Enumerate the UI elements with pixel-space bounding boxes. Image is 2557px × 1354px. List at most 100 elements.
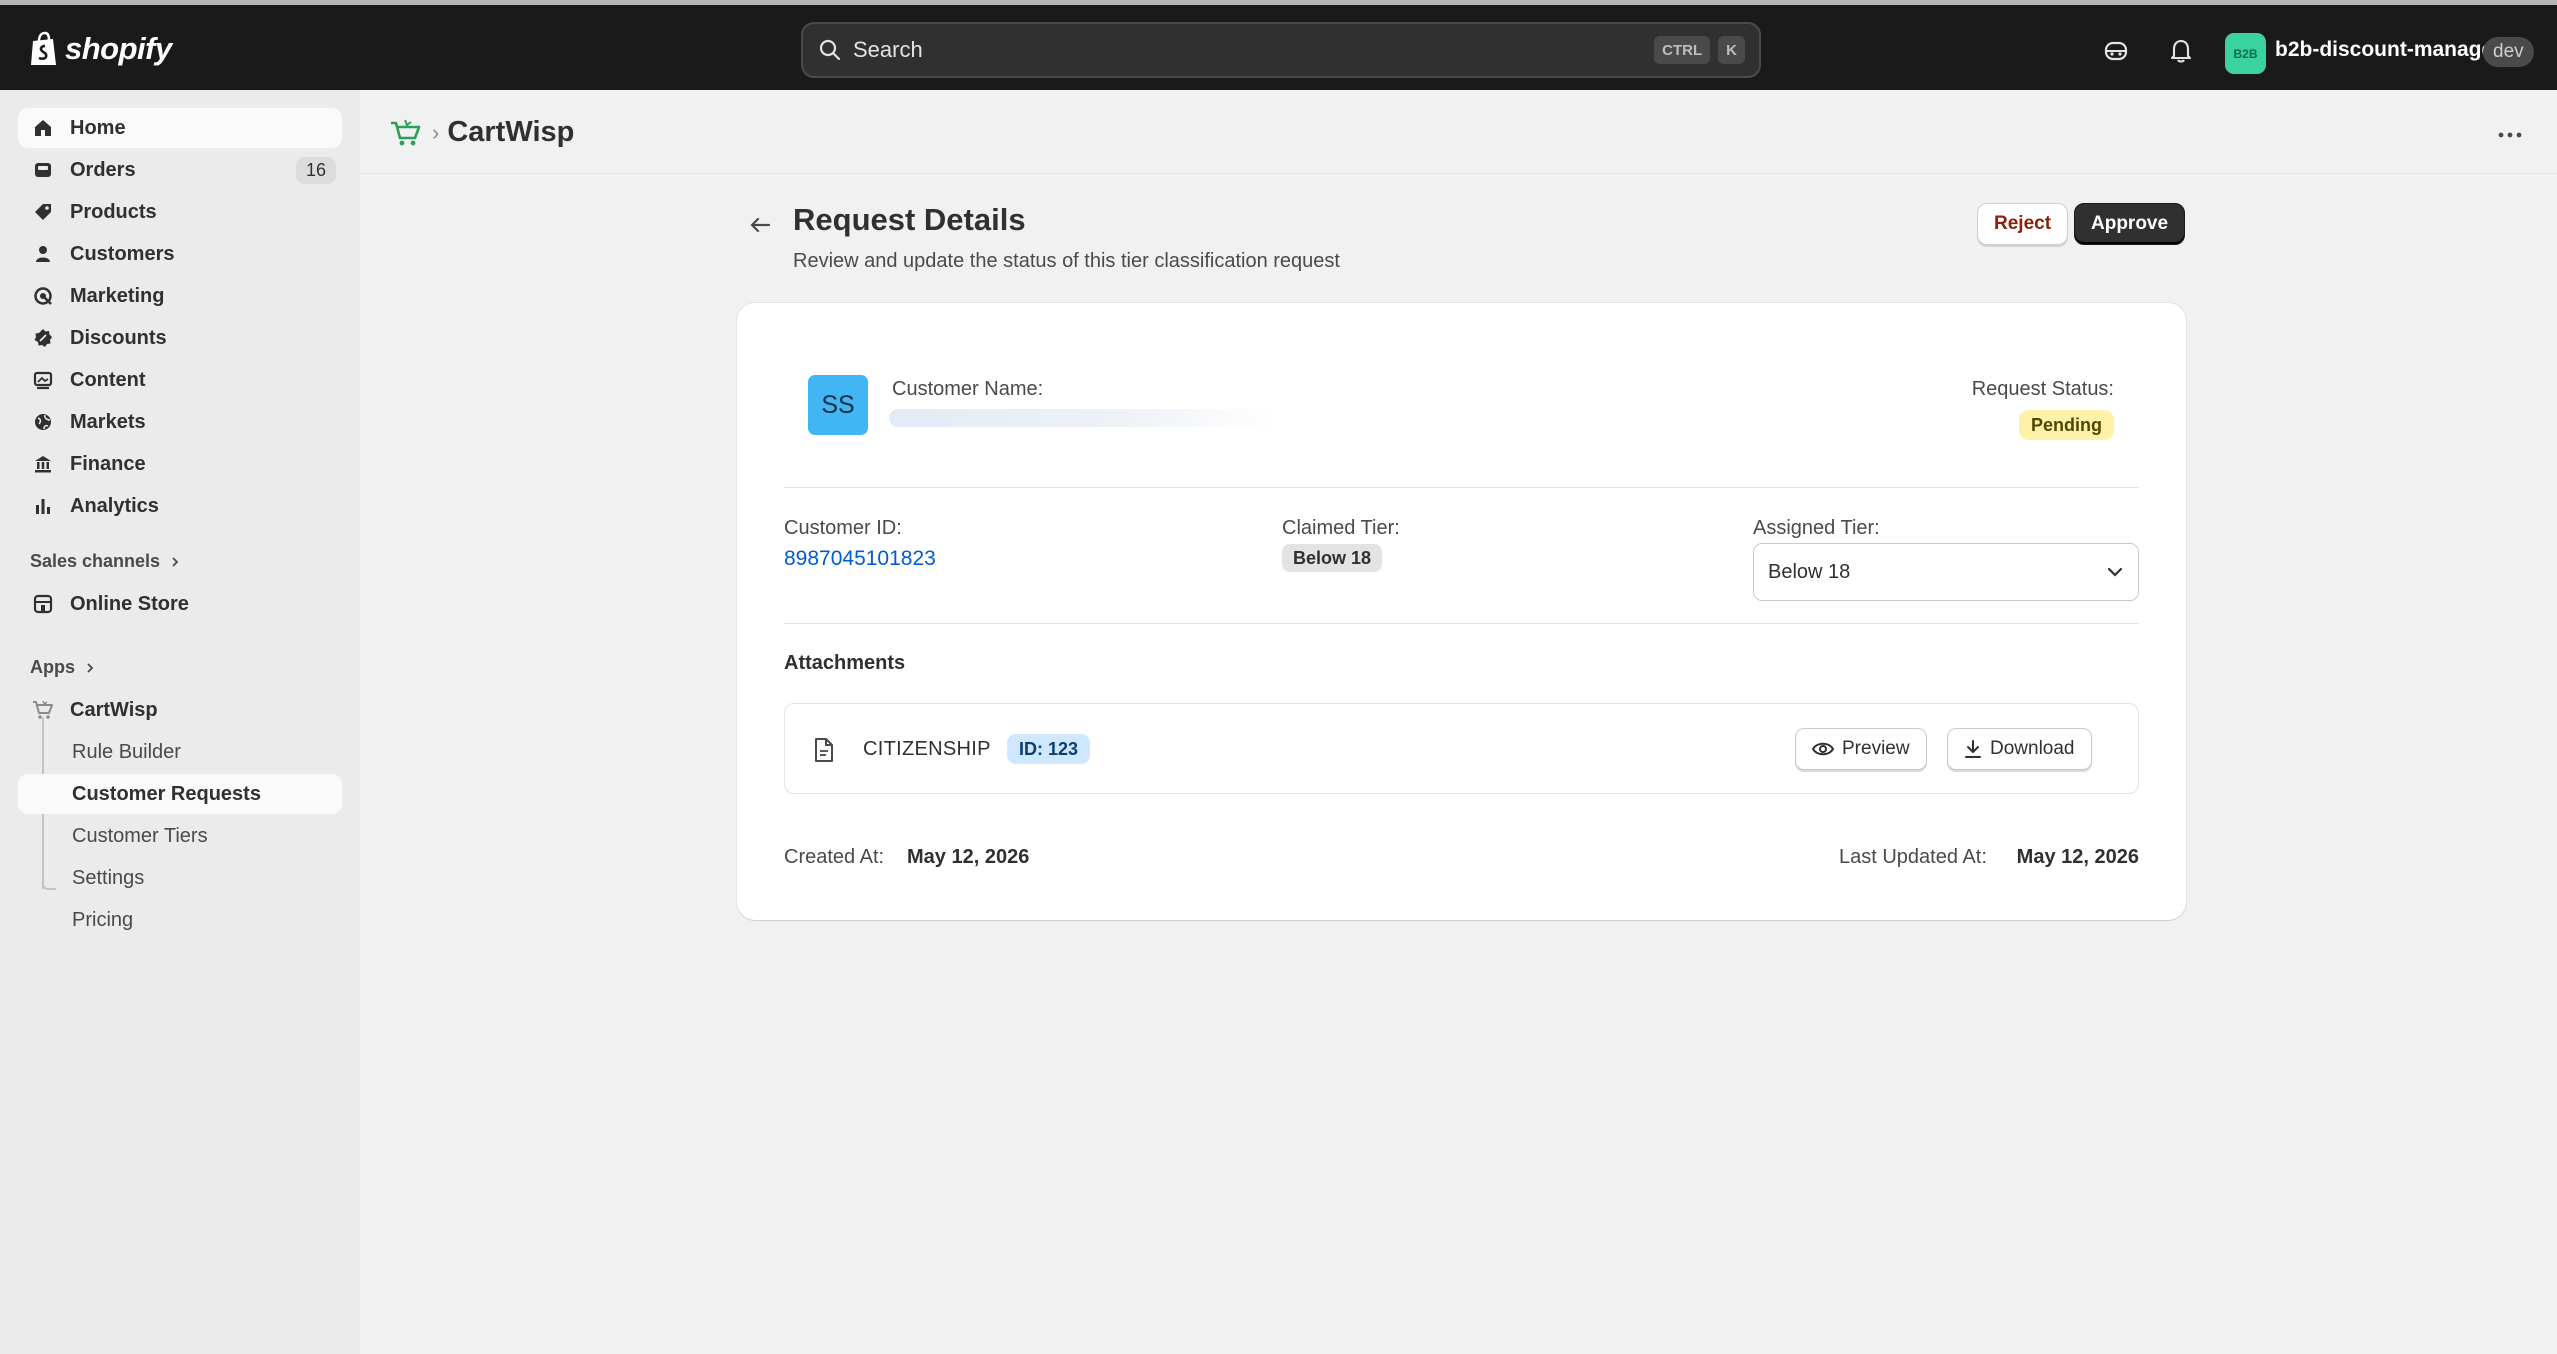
sidekick-icon[interactable] [2101, 36, 2131, 66]
reject-button[interactable]: Reject [1977, 203, 2069, 245]
sidebar-item-products[interactable]: Products [18, 192, 342, 232]
claimed-tier-label: Claimed Tier: [1282, 517, 1400, 539]
attachment-row: CITIZENSHIP ID: 123 Preview Download [784, 703, 2139, 794]
sidebar-item-label: Online Store [70, 592, 189, 615]
bell-icon[interactable] [2166, 36, 2196, 66]
sidebar-item-label: Markets [70, 410, 146, 433]
shopify-wordmark: shopify [65, 31, 172, 66]
assigned-tier-label: Assigned Tier: [1753, 517, 1880, 539]
preview-label: Preview [1842, 738, 1910, 759]
search-icon [819, 39, 841, 61]
top-bar: shopify Search CTRL K B2B b2b-discount-m… [0, 0, 2557, 90]
bar-chart-icon [32, 495, 54, 517]
assigned-tier-select[interactable]: Below 18 [1753, 543, 2139, 601]
chevron-down-icon [2106, 566, 2124, 578]
orders-count-badge: 16 [295, 157, 336, 184]
bank-icon [32, 453, 54, 475]
sidebar-item-home[interactable]: Home [18, 108, 342, 148]
download-button[interactable]: Download [1947, 728, 2092, 770]
sidebar-subitem-settings[interactable]: Settings [18, 858, 342, 898]
search-placeholder: Search [853, 37, 923, 62]
chevron-right-icon [85, 662, 95, 674]
sidebar-item-cartwisp[interactable]: CartWisp [18, 690, 342, 730]
apps-label: Apps [30, 657, 75, 677]
home-icon [32, 117, 54, 139]
globe-icon [32, 411, 54, 433]
store-name[interactable]: b2b-discount-manager [2275, 38, 2501, 62]
sidebar-item-label: Marketing [70, 284, 165, 307]
sidebar-item-content[interactable]: Content [18, 360, 342, 400]
app-title: CartWisp [447, 116, 575, 148]
tag-icon [32, 201, 54, 223]
page-subtitle: Review and update the status of this tie… [793, 250, 1340, 272]
sidebar-item-online-store[interactable]: Online Store [18, 584, 342, 624]
sidebar-item-marketing[interactable]: Marketing [18, 276, 342, 316]
claimed-tier-badge: Below 18 [1282, 544, 1383, 572]
divider [784, 623, 2139, 624]
sidebar-item-analytics[interactable]: Analytics [18, 486, 342, 526]
sidebar-item-label: Customers [70, 242, 175, 265]
cart-app-icon[interactable] [390, 118, 422, 148]
created-at-value: May 12, 2026 [907, 846, 1030, 868]
store-avatar[interactable]: B2B [2225, 33, 2266, 74]
sidebar-item-orders[interactable]: Orders 16 [18, 150, 342, 190]
created-at-label: Created At: [784, 846, 885, 868]
last-updated-label: Last Updated At: [1839, 846, 1987, 868]
arrow-left-icon [749, 216, 771, 234]
person-icon [32, 243, 54, 265]
sidebar-subitem-customer-tiers[interactable]: Customer Tiers [18, 816, 342, 856]
attachment-id-badge: ID: 123 [1007, 734, 1091, 764]
preview-button[interactable]: Preview [1795, 728, 1927, 770]
sidebar-item-customers[interactable]: Customers [18, 234, 342, 274]
ellipsis-icon [2498, 132, 2522, 138]
file-icon [813, 737, 837, 763]
shortcut-key-ctrl: CTRL [1654, 36, 1711, 64]
environment-tag: dev [2483, 37, 2534, 67]
breadcrumb: › CartWisp [390, 116, 574, 149]
sidebar-item-label: Analytics [70, 494, 159, 517]
sidebar-item-label: Orders [70, 158, 136, 181]
request-details-card: SS Customer Name: Request Status: Pendin… [737, 303, 2186, 920]
shopify-bag-icon [29, 31, 59, 67]
sidebar-item-label: Content [70, 368, 146, 391]
attachments-heading: Attachments [784, 652, 906, 674]
chevron-right-icon [170, 556, 180, 568]
app-header: › CartWisp [360, 90, 2557, 174]
sidebar-item-label: CartWisp [70, 698, 158, 721]
shopify-logo[interactable]: shopify [29, 29, 172, 69]
page-header: Request Details Review and update the st… [737, 200, 2186, 280]
sidebar: Home Orders 16 Products Customers Market… [0, 90, 360, 1354]
storefront-icon [32, 593, 54, 615]
customer-id-label: Customer ID: [784, 517, 902, 539]
sidebar-item-finance[interactable]: Finance [18, 444, 342, 484]
search-bar[interactable]: Search CTRL K [801, 22, 1761, 78]
sidebar-subitem-customer-requests[interactable]: Customer Requests [18, 774, 342, 814]
discount-icon [32, 327, 54, 349]
page-title: Request Details [793, 202, 1026, 237]
download-icon [1964, 739, 1982, 759]
avatar: SS [808, 375, 868, 435]
shortcut-key-k: K [1718, 36, 1745, 64]
sidebar-item-label: Discounts [70, 326, 167, 349]
sales-channels-heading[interactable]: Sales channels [30, 551, 180, 572]
sidebar-subitem-pricing[interactable]: Pricing [18, 900, 342, 940]
request-status-label: Request Status: [1971, 378, 2114, 400]
status-badge: Pending [2019, 410, 2114, 440]
sidebar-item-discounts[interactable]: Discounts [18, 318, 342, 358]
download-label: Download [1990, 738, 2075, 759]
eye-icon [1812, 741, 1834, 757]
customer-id-link[interactable]: 8987045101823 [784, 547, 936, 571]
apps-heading[interactable]: Apps [30, 657, 95, 678]
customer-name-redacted [889, 409, 1279, 427]
sidebar-subitem-rule-builder[interactable]: Rule Builder [18, 732, 342, 772]
sidebar-item-label: Home [70, 116, 126, 139]
assigned-tier-value: Below 18 [1768, 560, 1851, 583]
sidebar-item-label: Products [70, 200, 157, 223]
sidebar-item-label: Finance [70, 452, 146, 475]
attachment-name: CITIZENSHIP [863, 738, 991, 760]
back-button[interactable] [745, 210, 775, 240]
sidebar-item-markets[interactable]: Markets [18, 402, 342, 442]
more-actions-button[interactable] [2493, 118, 2527, 152]
approve-button[interactable]: Approve [2074, 203, 2186, 245]
breadcrumb-separator: › [432, 119, 440, 145]
